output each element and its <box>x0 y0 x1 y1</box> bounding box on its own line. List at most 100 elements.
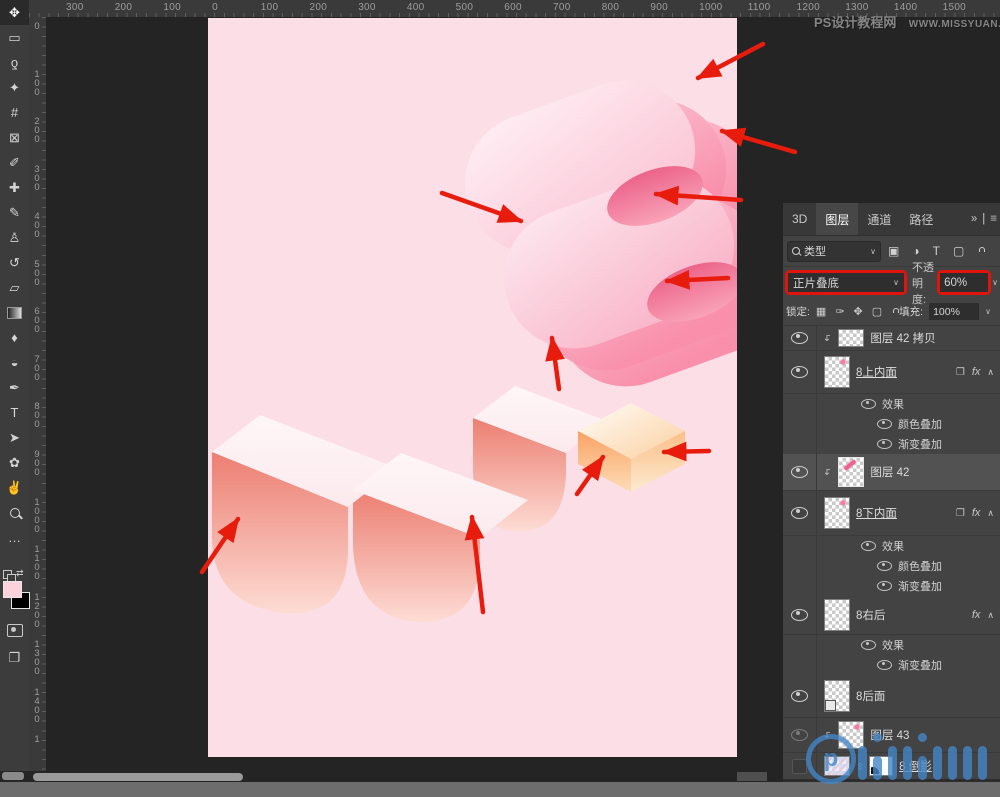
layer-thumbnail[interactable] <box>824 356 850 388</box>
gradient-tool[interactable] <box>0 300 29 325</box>
layer-visibility-cell[interactable] <box>783 351 816 393</box>
effect-row-content[interactable]: 渐变叠加 <box>816 434 1000 454</box>
layer-row-content[interactable]: 8后面 <box>816 675 1000 717</box>
brush-tool[interactable]: ✎ <box>0 200 29 225</box>
lock-transparent-icon[interactable]: ▦ <box>816 305 826 318</box>
layer-row[interactable]: ↴图层 42 <box>783 454 1000 491</box>
tab-通道[interactable]: 通道 <box>858 203 900 235</box>
blend-mode-dropdown[interactable]: 正片叠底 ∨ <box>788 273 904 292</box>
layer-effect-row[interactable]: 效果 <box>783 635 1000 655</box>
effect-row-content[interactable]: 颜色叠加 <box>816 414 1000 434</box>
eye-icon[interactable] <box>877 561 892 571</box>
effect-name[interactable]: 渐变叠加 <box>898 657 942 673</box>
layer-effect-row[interactable]: 颜色叠加 <box>783 414 1000 434</box>
effect-row-content[interactable]: 效果 <box>816 394 1000 414</box>
opacity-input[interactable]: 60% <box>940 273 988 292</box>
filter-pixel-layers-icon[interactable]: ▣ <box>888 244 899 258</box>
tab-路径[interactable]: 路径 <box>900 203 942 235</box>
eye-icon[interactable] <box>877 419 892 429</box>
layer-visibility-cell[interactable] <box>783 454 816 490</box>
zoom-tool[interactable] <box>0 500 29 525</box>
layer-name[interactable]: 8上内面 <box>856 364 897 380</box>
pen-tool[interactable]: ✒ <box>0 375 29 400</box>
layer-name[interactable]: 图层 42 拷贝 <box>870 330 935 346</box>
layer-name[interactable]: 8下内面 <box>856 505 897 521</box>
effect-name[interactable]: 效果 <box>882 538 904 554</box>
layer-visibility-cell[interactable] <box>783 675 816 717</box>
chevron-down-icon[interactable]: ∨ <box>992 278 998 287</box>
layer-thumbnail[interactable] <box>824 599 850 631</box>
eye-icon[interactable] <box>791 466 808 478</box>
tab-3D[interactable]: 3D <box>783 203 816 235</box>
layer-effect-row[interactable]: 渐变叠加 <box>783 576 1000 596</box>
crop-tool[interactable]: # <box>0 100 29 125</box>
layer-visibility-cell[interactable] <box>783 596 816 634</box>
healing-brush-tool[interactable]: ✚ <box>0 175 29 200</box>
layer-effect-row[interactable]: 效果 <box>783 536 1000 556</box>
fx-icon[interactable]: fx <box>972 609 981 621</box>
effect-name[interactable]: 渐变叠加 <box>898 436 942 452</box>
layer-thumbnail[interactable] <box>838 329 864 347</box>
effect-name[interactable]: 颜色叠加 <box>898 558 942 574</box>
magic-wand-tool[interactable]: ✦ <box>0 75 29 100</box>
eye-icon[interactable] <box>791 690 808 702</box>
layer-row-content[interactable]: 8右后fx∧ <box>816 596 1000 634</box>
fx-icon[interactable]: fx <box>972 507 981 519</box>
filter-shape-layers-icon[interactable]: ▢ <box>953 244 964 258</box>
layer-name[interactable]: 8后面 <box>856 688 885 704</box>
layer-row[interactable]: 8下内面❐fx∧ <box>783 491 1000 536</box>
shape-tool[interactable]: ✿ <box>0 450 29 475</box>
fill-input[interactable]: 100% <box>929 303 979 320</box>
default-colors-icon[interactable] <box>3 570 12 579</box>
slice-tool[interactable]: ⊠ <box>0 125 29 150</box>
layer-effect-row[interactable]: 效果 <box>783 394 1000 414</box>
clone-stamp-tool[interactable]: ♙ <box>0 225 29 250</box>
effect-row-content[interactable]: 效果 <box>816 536 1000 556</box>
eye-icon[interactable] <box>791 609 808 621</box>
layer-row-content[interactable]: ↴图层 42 <box>816 454 1000 490</box>
lasso-tool[interactable]: ƍ <box>0 50 29 75</box>
marquee-tool[interactable]: ▭ <box>0 25 29 50</box>
filter-type-layers-icon[interactable]: T <box>933 244 940 258</box>
eye-icon[interactable] <box>791 507 808 519</box>
dodge-tool[interactable]: ◒ <box>0 350 29 375</box>
lock-artboard-icon[interactable]: ▢ <box>872 305 882 318</box>
eraser-tool[interactable]: ▱ <box>0 275 29 300</box>
layer-row[interactable]: 8上内面❐fx∧ <box>783 351 1000 394</box>
layer-visibility-cell[interactable] <box>783 326 816 350</box>
collapse-icon[interactable]: ∧ <box>987 367 994 378</box>
layer-thumbnail[interactable] <box>824 497 850 529</box>
layer-row-content[interactable]: 8下内面❐fx∧ <box>816 491 1000 535</box>
foreground-color-swatch[interactable] <box>3 581 22 598</box>
eye-icon[interactable] <box>877 439 892 449</box>
eye-icon[interactable] <box>877 660 892 670</box>
history-brush-tool[interactable]: ↺ <box>0 250 29 275</box>
filter-adjustment-layers-icon[interactable]: ◑ <box>912 244 919 258</box>
layer-row[interactable]: ↴图层 42 拷贝 <box>783 326 1000 351</box>
panel-more-icon[interactable]: » <box>971 213 977 225</box>
effect-row-content[interactable]: 效果 <box>816 635 1000 655</box>
eye-icon[interactable] <box>861 541 876 551</box>
layer-row-content[interactable]: 8上内面❐fx∧ <box>816 351 1000 393</box>
layer-name[interactable]: 图层 42 <box>870 464 909 480</box>
collapse-icon[interactable]: ∧ <box>987 508 994 519</box>
layer-thumbnail[interactable] <box>838 457 864 487</box>
effect-name[interactable]: 效果 <box>882 637 904 653</box>
panel-menu-icon[interactable]: ≡ <box>990 213 997 225</box>
layer-row-content[interactable]: ↴图层 42 拷贝 <box>816 326 1000 350</box>
eyedropper-tool[interactable]: ✐ <box>0 150 29 175</box>
fx-icon[interactable]: fx <box>972 366 981 378</box>
eye-icon[interactable] <box>791 332 808 344</box>
layer-effect-row[interactable]: 渐变叠加 <box>783 655 1000 675</box>
blur-tool[interactable]: ♦ <box>0 325 29 350</box>
layer-thumbnail[interactable] <box>824 680 850 712</box>
hand-tool[interactable]: ✌ <box>0 475 29 500</box>
layer-name[interactable]: 8右后 <box>856 607 885 623</box>
scrollbar-left-piece[interactable] <box>2 772 24 780</box>
document-canvas[interactable] <box>208 18 737 757</box>
more-tools[interactable]: … <box>0 525 29 550</box>
quick-mask-button[interactable] <box>0 618 29 643</box>
eye-icon[interactable] <box>877 581 892 591</box>
eye-icon[interactable] <box>861 399 876 409</box>
tab-图层[interactable]: 图层 <box>816 203 858 235</box>
